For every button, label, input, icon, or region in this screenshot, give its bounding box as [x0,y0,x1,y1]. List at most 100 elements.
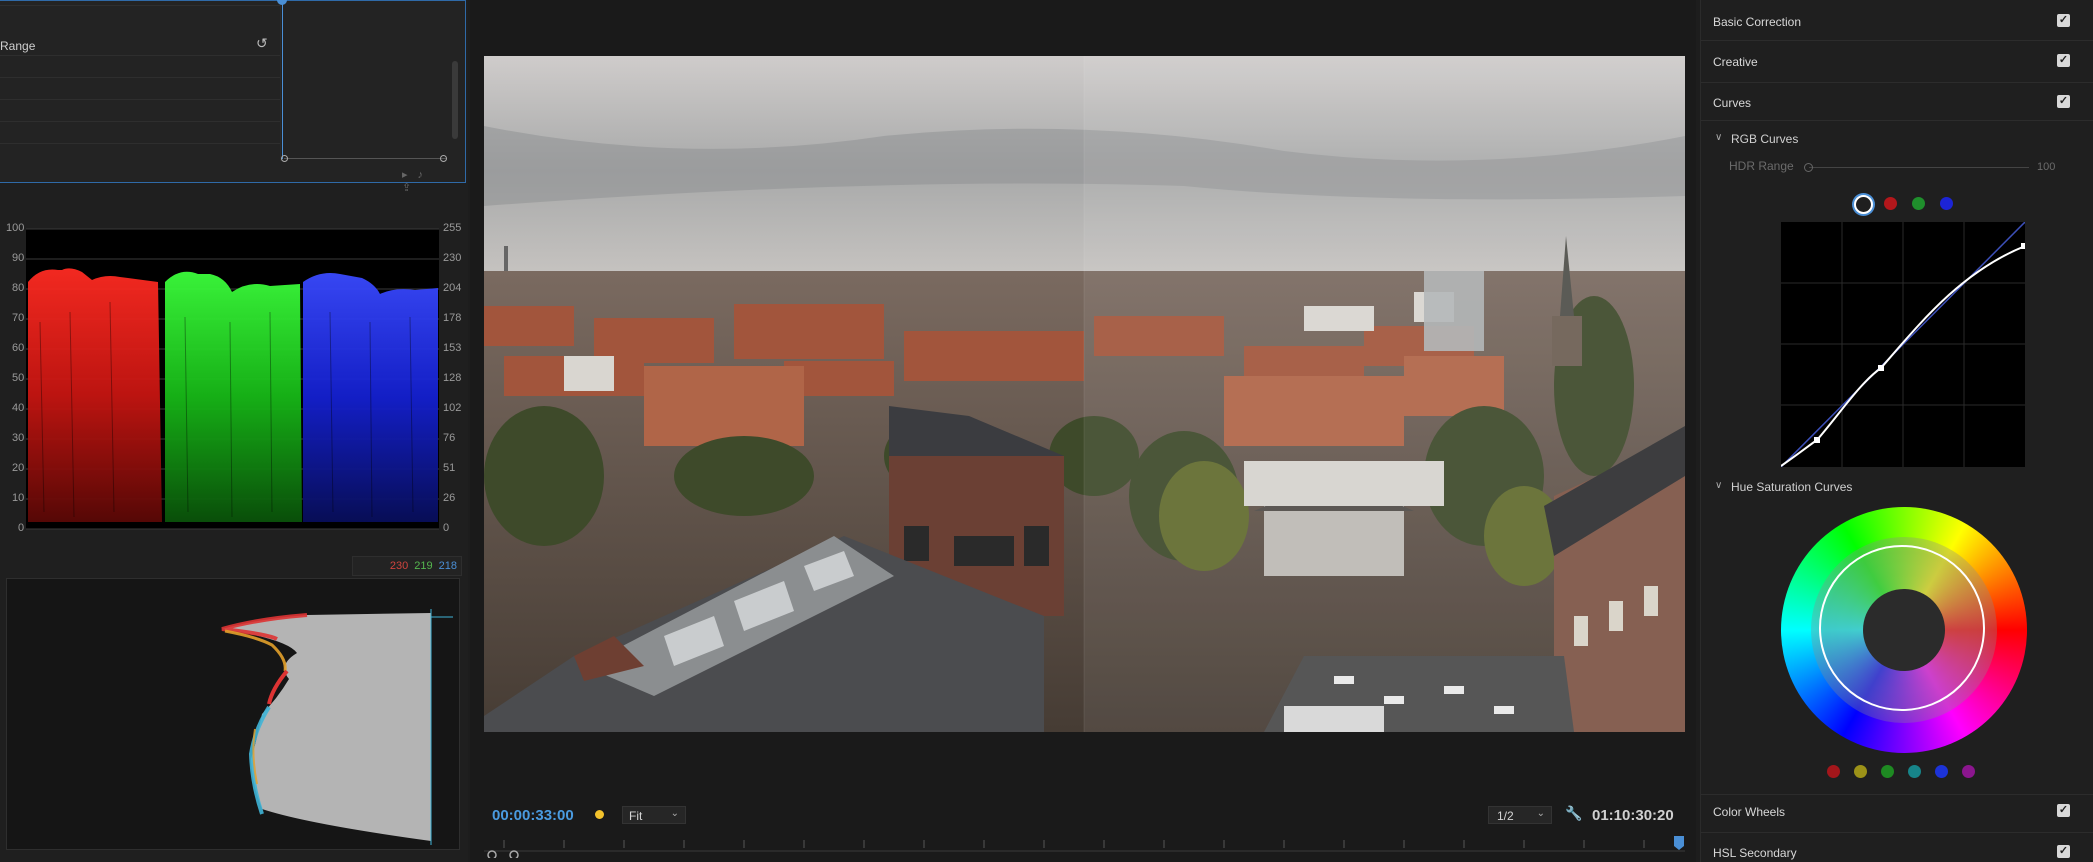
rgb-curves-header[interactable]: RGB Curves [1731,132,1798,146]
parade-axis-left-80: 80 [12,282,25,294]
histogram-blue-value: 218 [438,560,457,572]
rgb-curve-editor[interactable] [1780,221,2027,468]
parade-axis-right-230: 230 [443,252,462,264]
divider [1701,40,2093,41]
hue-swatch-cyan[interactable] [1908,765,1921,778]
export-icons[interactable]: ▸♪ ⇪ [402,168,465,194]
divider [1701,82,2093,83]
creative-checkbox[interactable]: ✓ [2057,54,2070,67]
zoom-select-value: Fit [629,809,643,823]
curve-channel-blue[interactable] [1940,197,1953,210]
red-channel-trace [28,268,162,522]
green-channel-trace [165,271,302,522]
parade-axis-right-26: 26 [443,492,456,504]
parade-axis-right-255: 255 [443,222,462,234]
parade-axis-right-204: 204 [443,282,462,294]
curve-point [1878,365,1884,371]
hue-swatch-magenta[interactable] [1962,765,1975,778]
parade-axis-left-10: 10 [12,492,25,504]
curve-point [2021,243,2027,249]
curves-checkbox[interactable]: ✓ [2057,95,2070,108]
reset-icon[interactable]: ↺ [256,35,272,51]
hue-saturation-wheel[interactable] [1781,507,2027,753]
hue-saturation-curves-header[interactable]: Hue Saturation Curves [1731,480,1852,494]
resolution-select-value: 1/2 [1497,809,1514,823]
wrench-icon[interactable]: 🔧 [1565,805,1582,822]
parade-graph [26,228,439,530]
hue-swatch-blue[interactable] [1935,765,1948,778]
zoom-select[interactable]: Fit ⌄ [622,806,686,824]
parade-axis-left-70: 70 [12,312,25,324]
effect-controls-scrollbar[interactable] [452,61,458,139]
histogram-green-value: 219 [414,560,433,572]
hdr-range-label: HDR Range [1729,159,1794,173]
color-wheels-checkbox[interactable]: ✓ [2057,804,2070,817]
parade-axis-left-100: 100 [6,222,25,234]
histogram-red-value: 230 [389,560,409,572]
parade-axis-left-0: 0 [18,522,25,534]
keyframe-row [0,143,280,144]
keyframe-row [0,5,280,6]
parade-axis-left-40: 40 [12,402,25,414]
parade-axis-left-20: 20 [12,462,25,474]
range-label: Range [0,39,36,53]
parade-axis-right-128: 128 [443,372,462,384]
parade-axis-right-0: 0 [443,522,450,534]
hue-swatch-green[interactable] [1881,765,1894,778]
hue-swatch-red[interactable] [1827,765,1840,778]
curve-point [1814,437,1820,443]
keyframe-row [0,55,280,56]
zoom-end-handle[interactable] [440,155,447,162]
parade-axis-left-50: 50 [12,372,25,384]
wheel-center [1863,589,1945,671]
histogram-values: 230 219 218 [352,556,462,576]
keyframe-row [0,121,280,122]
histogram-scope [6,578,460,850]
section-basic-correction[interactable]: Basic Correction [1713,15,1801,29]
chevron-down-icon: ⌄ [670,808,679,819]
duration-timecode: 01:10:30:20 [1592,807,1674,824]
marker-color-dot[interactable] [595,810,604,819]
divider [1701,120,2093,121]
parade-axis-left-90: 90 [12,252,25,264]
effect-controls-panel: Range ↺ ▸♪ ⇪ [0,0,466,194]
curve-channel-red[interactable] [1884,197,1897,210]
curve-channel-luma[interactable] [1854,195,1873,214]
keyframe-row [0,99,280,100]
program-monitor-frame[interactable] [484,56,1685,732]
divider [1701,832,2093,833]
parade-axis-right-76: 76 [443,432,456,444]
hdr-range-value[interactable]: 100 [2037,161,2055,173]
curve-channel-green[interactable] [1912,197,1925,210]
curve-graph [1780,221,2027,468]
hue-swatch-yellow[interactable] [1854,765,1867,778]
parade-axis-left-30: 30 [12,432,25,444]
zoom-track[interactable] [284,158,446,159]
section-creative[interactable]: Creative [1713,55,1758,69]
histogram-graph [221,609,453,845]
timeline-divider [280,1,281,161]
chevron-down-icon: ⌄ [1536,808,1545,819]
hdr-range-knob[interactable] [1804,163,1813,172]
basic-correction-checkbox[interactable]: ✓ [2057,14,2070,27]
zoom-start-handle[interactable] [281,155,288,162]
hdr-range-slider[interactable] [1809,167,2029,168]
divider [1701,794,2093,795]
section-hsl-secondary[interactable]: HSL Secondary [1713,846,1797,860]
keyframe-row [0,77,280,78]
parade-axis-right-51: 51 [443,462,456,474]
lumetri-color-panel: Basic Correction ✓ Creative ✓ Curves ✓ ∨… [1700,0,2093,862]
resolution-select[interactable]: 1/2 ⌄ [1488,806,1552,824]
section-curves[interactable]: Curves [1713,96,1751,110]
parade-axis-right-153: 153 [443,342,462,354]
playhead-line [282,1,283,159]
parade-axis-right-178: 178 [443,312,462,324]
rgb-parade-scope: 100 90 80 70 60 50 40 30 20 10 0 255 230… [0,222,462,542]
current-timecode[interactable]: 00:00:33:00 [492,807,574,824]
chevron-down-icon[interactable]: ∨ [1715,132,1722,143]
chevron-down-icon[interactable]: ∨ [1715,480,1722,491]
hsl-secondary-checkbox[interactable]: ✓ [2057,845,2070,858]
monitor-time-ruler[interactable] [484,836,1685,858]
section-color-wheels[interactable]: Color Wheels [1713,805,1785,819]
scopes-panel: Range ↺ ▸♪ ⇪ 100 90 80 70 60 50 40 30 20… [0,0,468,862]
